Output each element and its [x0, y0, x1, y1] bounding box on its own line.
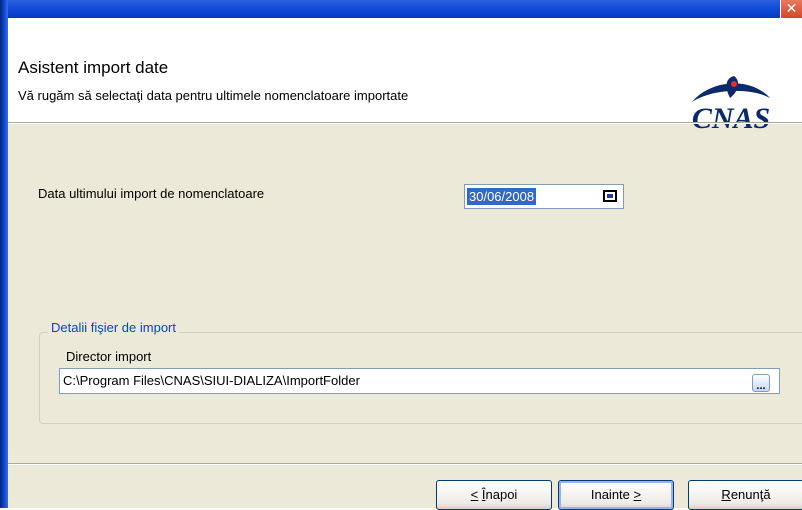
date-picker[interactable]: 30/06/2008 — [464, 184, 624, 209]
back-button-prefix: < — [470, 487, 479, 502]
wizard-dialog: Asistent import date Vă rugăm să selecta… — [8, 18, 802, 510]
window-frame-left — [0, 0, 8, 508]
import-directory-field[interactable]: C:\Program Files\CNAS\SIUI-DIALIZA\Impor… — [59, 368, 780, 394]
directory-label: Director import — [66, 349, 152, 364]
header-divider — [8, 122, 802, 124]
wizard-header: Asistent import date Vă rugăm să selecta… — [8, 18, 802, 134]
next-button-label: Inainte — [590, 487, 630, 502]
back-button-label: napoi — [485, 487, 518, 502]
cancel-button[interactable]: Renunţă — [688, 480, 802, 510]
footer-divider — [8, 463, 802, 465]
title-bar[interactable] — [0, 0, 802, 18]
close-button[interactable]: ✕ — [780, 0, 802, 18]
wizard-subtitle: Vă rugăm să selectaţi data pentru ultime… — [18, 88, 409, 103]
back-button[interactable]: < Înapoi — [436, 480, 552, 510]
group-legend: Detalii fişier de import — [48, 320, 179, 335]
browse-button[interactable]: ... — [752, 374, 770, 392]
cnas-logo-icon: CNAS — [692, 76, 770, 134]
next-button[interactable]: Inainte > — [558, 480, 674, 510]
next-button-suffix: > — [633, 487, 642, 502]
date-label: Data ultimului import de nomenclatoare — [38, 186, 265, 201]
import-directory-value: C:\Program Files\CNAS\SIUI-DIALIZA\Impor… — [63, 373, 360, 388]
cancel-button-mnemonic: R — [721, 487, 731, 502]
calendar-icon[interactable] — [603, 190, 617, 202]
date-value[interactable]: 30/06/2008 — [467, 188, 537, 205]
cancel-button-label: enunţă — [730, 487, 771, 502]
wizard-title: Asistent import date — [18, 58, 169, 77]
logo-text: CNAS — [692, 102, 770, 134]
